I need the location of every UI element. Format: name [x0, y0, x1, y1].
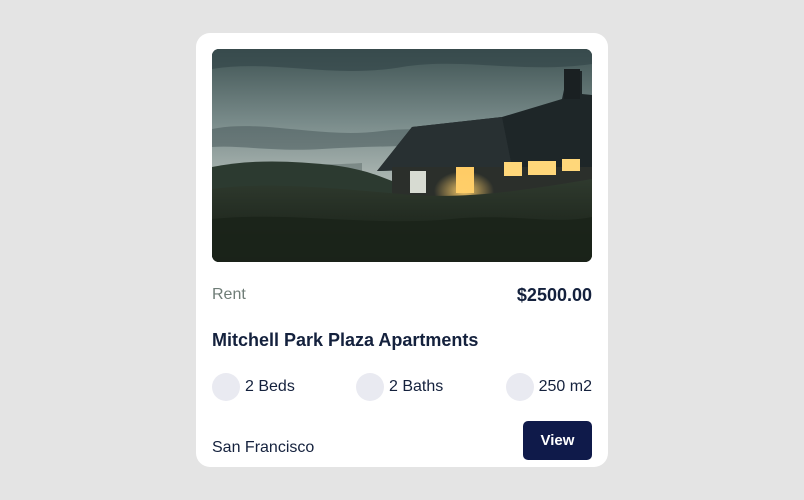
listing-price: $2500.00	[516, 285, 592, 305]
area-icon	[505, 373, 534, 401]
feature-baths-label: 2 Baths	[389, 378, 444, 395]
feature-area: 250 m2	[505, 372, 592, 402]
feature-area-label: 250 m2	[538, 378, 592, 395]
bed-icon	[212, 373, 240, 401]
view-button[interactable]: View	[523, 421, 592, 460]
listing-city: San Francisco	[212, 439, 315, 456]
listing-type-label: Rent	[212, 286, 246, 303]
feature-baths: 2 Baths	[356, 372, 443, 402]
bath-icon	[356, 373, 384, 401]
listing-title: Mitchell Park Plaza Apartments	[212, 330, 479, 350]
feature-beds: 2 Beds	[212, 372, 295, 402]
feature-beds-label: 2 Beds	[245, 378, 295, 395]
property-photo	[212, 49, 592, 262]
listing-card: Rent $2500.00 Mitchell Park Plaza Apartm…	[196, 33, 608, 467]
